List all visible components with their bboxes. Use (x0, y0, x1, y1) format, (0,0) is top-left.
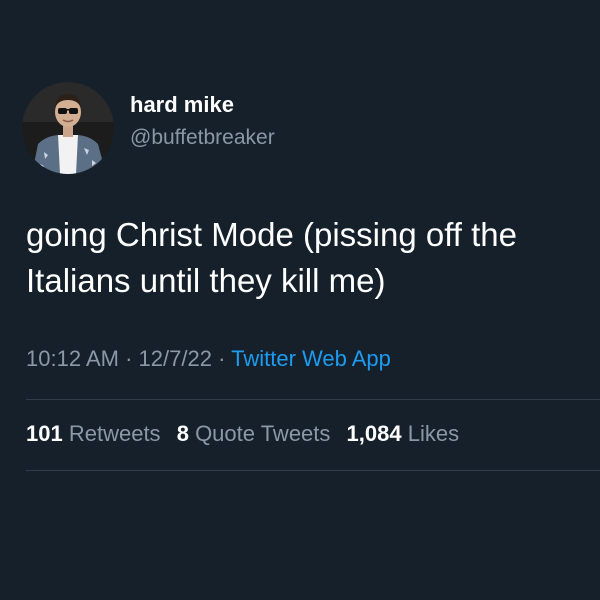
quote-tweets-stat[interactable]: 8 Quote Tweets (177, 421, 331, 446)
retweets-count: 101 (26, 421, 63, 446)
divider (26, 399, 600, 400)
tweet-meta: 10:12 AM · 12/7/22 · Twitter Web App (26, 346, 391, 372)
meta-separator: · (218, 346, 226, 371)
avatar[interactable] (22, 82, 114, 174)
user-handle[interactable]: @buffetbreaker (130, 126, 275, 150)
avatar-photo (22, 82, 114, 174)
quote-tweets-label: Quote Tweets (195, 421, 331, 446)
likes-label: Likes (407, 421, 460, 446)
likes-count: 1,084 (346, 421, 402, 446)
meta-separator: · (125, 346, 133, 371)
retweets-label: Retweets (68, 421, 161, 446)
tweet-card: hard mike @buffetbreaker going Christ Mo… (0, 0, 600, 600)
tweet-date[interactable]: 12/7/22 (139, 346, 212, 371)
tweet-stats: 101 Retweets 8 Quote Tweets 1,084 Likes (26, 421, 469, 447)
likes-stat[interactable]: 1,084 Likes (347, 421, 460, 446)
divider (26, 470, 600, 471)
tweet-time[interactable]: 10:12 AM (26, 346, 119, 371)
display-name[interactable]: hard mike (130, 92, 234, 118)
tweet-text: going Christ Mode (pissing off the Itali… (26, 216, 517, 299)
retweets-stat[interactable]: 101 Retweets (26, 421, 161, 446)
quote-tweets-count: 8 (176, 421, 189, 446)
tweet-source-link[interactable]: Twitter Web App (231, 346, 391, 371)
